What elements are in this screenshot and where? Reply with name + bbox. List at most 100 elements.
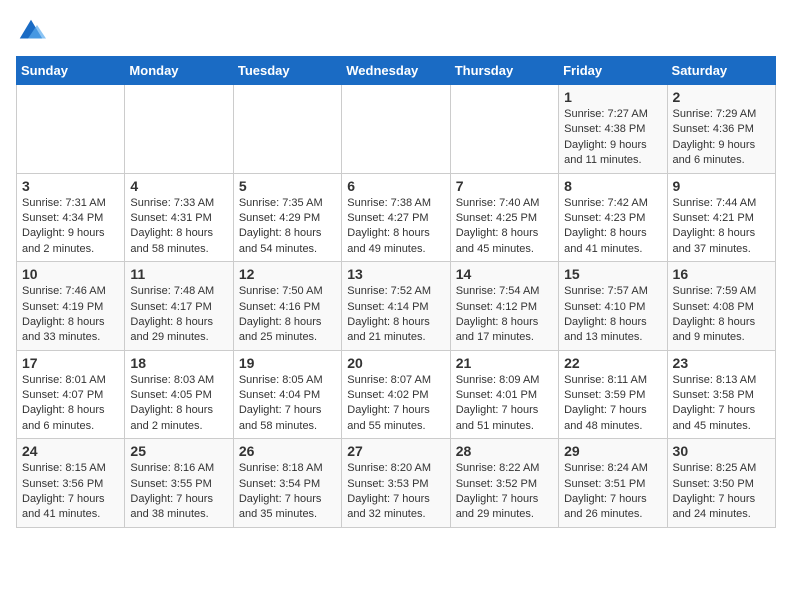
- day-number: 11: [130, 266, 227, 282]
- col-header-wednesday: Wednesday: [342, 57, 450, 85]
- day-info: Sunrise: 7:33 AM Sunset: 4:31 PM Dayligh…: [130, 196, 227, 258]
- day-info: Sunrise: 7:31 AM Sunset: 4:34 PM Dayligh…: [22, 196, 119, 258]
- day-cell: [17, 85, 125, 174]
- day-info: Sunrise: 7:57 AM Sunset: 4:10 PM Dayligh…: [564, 284, 661, 346]
- day-info: Sunrise: 7:48 AM Sunset: 4:17 PM Dayligh…: [130, 284, 227, 346]
- week-row-1: 3 Sunrise: 7:31 AM Sunset: 4:34 PM Daylig…: [17, 173, 776, 262]
- day-cell: 2 Sunrise: 7:29 AM Sunset: 4:36 PM Daylig…: [667, 85, 775, 174]
- day-number: 14: [456, 266, 553, 282]
- week-row-0: 1Sunrise: 7:27 AM Sunset: 4:38 PM Daylig…: [17, 85, 776, 174]
- day-number: 19: [239, 355, 336, 371]
- day-cell: 13 Sunrise: 7:52 AM Sunset: 4:14 PM Dayli…: [342, 262, 450, 351]
- day-cell: 17 Sunrise: 8:01 AM Sunset: 4:07 PM Dayli…: [17, 350, 125, 439]
- day-number: 12: [239, 266, 336, 282]
- day-cell: 25 Sunrise: 8:16 AM Sunset: 3:55 PM Dayli…: [125, 439, 233, 528]
- day-number: 2: [673, 89, 770, 105]
- day-cell: 26 Sunrise: 8:18 AM Sunset: 3:54 PM Dayli…: [233, 439, 341, 528]
- day-info: Sunrise: 8:15 AM Sunset: 3:56 PM Dayligh…: [22, 461, 119, 523]
- day-cell: [125, 85, 233, 174]
- day-info: Sunrise: 7:46 AM Sunset: 4:19 PM Dayligh…: [22, 284, 119, 346]
- day-cell: 22 Sunrise: 8:11 AM Sunset: 3:59 PM Dayli…: [559, 350, 667, 439]
- day-info: Sunrise: 7:38 AM Sunset: 4:27 PM Dayligh…: [347, 196, 444, 258]
- day-cell: 27 Sunrise: 8:20 AM Sunset: 3:53 PM Dayli…: [342, 439, 450, 528]
- day-number: 26: [239, 443, 336, 459]
- day-number: 28: [456, 443, 553, 459]
- day-info: Sunrise: 8:24 AM Sunset: 3:51 PM Dayligh…: [564, 461, 661, 523]
- day-number: 20: [347, 355, 444, 371]
- day-info: Sunrise: 8:11 AM Sunset: 3:59 PM Dayligh…: [564, 373, 661, 435]
- logo: [16, 16, 50, 46]
- day-cell: 3 Sunrise: 7:31 AM Sunset: 4:34 PM Daylig…: [17, 173, 125, 262]
- day-info: Sunrise: 7:42 AM Sunset: 4:23 PM Dayligh…: [564, 196, 661, 258]
- day-cell: 23 Sunrise: 8:13 AM Sunset: 3:58 PM Dayli…: [667, 350, 775, 439]
- day-cell: 21 Sunrise: 8:09 AM Sunset: 4:01 PM Dayli…: [450, 350, 558, 439]
- day-cell: 4 Sunrise: 7:33 AM Sunset: 4:31 PM Daylig…: [125, 173, 233, 262]
- day-info: Sunrise: 8:09 AM Sunset: 4:01 PM Dayligh…: [456, 373, 553, 435]
- page-header: [16, 16, 776, 46]
- day-cell: 19 Sunrise: 8:05 AM Sunset: 4:04 PM Dayli…: [233, 350, 341, 439]
- day-cell: 6 Sunrise: 7:38 AM Sunset: 4:27 PM Daylig…: [342, 173, 450, 262]
- day-number: 3: [22, 178, 119, 194]
- day-info: Sunrise: 8:16 AM Sunset: 3:55 PM Dayligh…: [130, 461, 227, 523]
- day-number: 8: [564, 178, 661, 194]
- day-number: 25: [130, 443, 227, 459]
- col-header-tuesday: Tuesday: [233, 57, 341, 85]
- day-cell: [233, 85, 341, 174]
- day-cell: 24 Sunrise: 8:15 AM Sunset: 3:56 PM Dayli…: [17, 439, 125, 528]
- day-number: 27: [347, 443, 444, 459]
- day-info: Sunrise: 8:07 AM Sunset: 4:02 PM Dayligh…: [347, 373, 444, 435]
- day-number: 21: [456, 355, 553, 371]
- day-info: Sunrise: 8:18 AM Sunset: 3:54 PM Dayligh…: [239, 461, 336, 523]
- day-cell: 18 Sunrise: 8:03 AM Sunset: 4:05 PM Dayli…: [125, 350, 233, 439]
- day-number: 30: [673, 443, 770, 459]
- day-cell: 28 Sunrise: 8:22 AM Sunset: 3:52 PM Dayli…: [450, 439, 558, 528]
- header-row: SundayMondayTuesdayWednesdayThursdayFrid…: [17, 57, 776, 85]
- col-header-thursday: Thursday: [450, 57, 558, 85]
- col-header-saturday: Saturday: [667, 57, 775, 85]
- day-number: 5: [239, 178, 336, 194]
- day-number: 23: [673, 355, 770, 371]
- week-row-4: 24 Sunrise: 8:15 AM Sunset: 3:56 PM Dayli…: [17, 439, 776, 528]
- day-cell: 15 Sunrise: 7:57 AM Sunset: 4:10 PM Dayli…: [559, 262, 667, 351]
- col-header-monday: Monday: [125, 57, 233, 85]
- day-info: Sunrise: 8:05 AM Sunset: 4:04 PM Dayligh…: [239, 373, 336, 435]
- day-info: Sunrise: 7:52 AM Sunset: 4:14 PM Dayligh…: [347, 284, 444, 346]
- day-number: 29: [564, 443, 661, 459]
- day-info: Sunrise: 8:01 AM Sunset: 4:07 PM Dayligh…: [22, 373, 119, 435]
- day-number: 9: [673, 178, 770, 194]
- day-cell: 1Sunrise: 7:27 AM Sunset: 4:38 PM Daylig…: [559, 85, 667, 174]
- day-cell: 9Sunrise: 7:44 AM Sunset: 4:21 PM Daylig…: [667, 173, 775, 262]
- day-number: 10: [22, 266, 119, 282]
- day-info: Sunrise: 8:03 AM Sunset: 4:05 PM Dayligh…: [130, 373, 227, 435]
- day-info: Sunrise: 8:25 AM Sunset: 3:50 PM Dayligh…: [673, 461, 770, 523]
- day-info: Sunrise: 8:13 AM Sunset: 3:58 PM Dayligh…: [673, 373, 770, 435]
- day-info: Sunrise: 7:54 AM Sunset: 4:12 PM Dayligh…: [456, 284, 553, 346]
- week-row-3: 17 Sunrise: 8:01 AM Sunset: 4:07 PM Dayli…: [17, 350, 776, 439]
- week-row-2: 10 Sunrise: 7:46 AM Sunset: 4:19 PM Dayli…: [17, 262, 776, 351]
- day-cell: 20 Sunrise: 8:07 AM Sunset: 4:02 PM Dayli…: [342, 350, 450, 439]
- day-info: Sunrise: 8:22 AM Sunset: 3:52 PM Dayligh…: [456, 461, 553, 523]
- day-info: Sunrise: 7:40 AM Sunset: 4:25 PM Dayligh…: [456, 196, 553, 258]
- day-info: Sunrise: 7:29 AM Sunset: 4:36 PM Dayligh…: [673, 107, 770, 169]
- day-number: 13: [347, 266, 444, 282]
- col-header-friday: Friday: [559, 57, 667, 85]
- day-number: 16: [673, 266, 770, 282]
- day-cell: 14 Sunrise: 7:54 AM Sunset: 4:12 PM Dayli…: [450, 262, 558, 351]
- day-number: 22: [564, 355, 661, 371]
- day-number: 18: [130, 355, 227, 371]
- day-info: Sunrise: 7:35 AM Sunset: 4:29 PM Dayligh…: [239, 196, 336, 258]
- day-number: 4: [130, 178, 227, 194]
- day-cell: 16Sunrise: 7:59 AM Sunset: 4:08 PM Dayli…: [667, 262, 775, 351]
- day-info: Sunrise: 8:20 AM Sunset: 3:53 PM Dayligh…: [347, 461, 444, 523]
- day-cell: [342, 85, 450, 174]
- day-cell: 12Sunrise: 7:50 AM Sunset: 4:16 PM Dayli…: [233, 262, 341, 351]
- day-number: 15: [564, 266, 661, 282]
- day-cell: 11 Sunrise: 7:48 AM Sunset: 4:17 PM Dayli…: [125, 262, 233, 351]
- col-header-sunday: Sunday: [17, 57, 125, 85]
- day-cell: 29 Sunrise: 8:24 AM Sunset: 3:51 PM Dayli…: [559, 439, 667, 528]
- day-cell: 10 Sunrise: 7:46 AM Sunset: 4:19 PM Dayli…: [17, 262, 125, 351]
- day-number: 6: [347, 178, 444, 194]
- day-number: 17: [22, 355, 119, 371]
- day-number: 24: [22, 443, 119, 459]
- calendar-table: SundayMondayTuesdayWednesdayThursdayFrid…: [16, 56, 776, 528]
